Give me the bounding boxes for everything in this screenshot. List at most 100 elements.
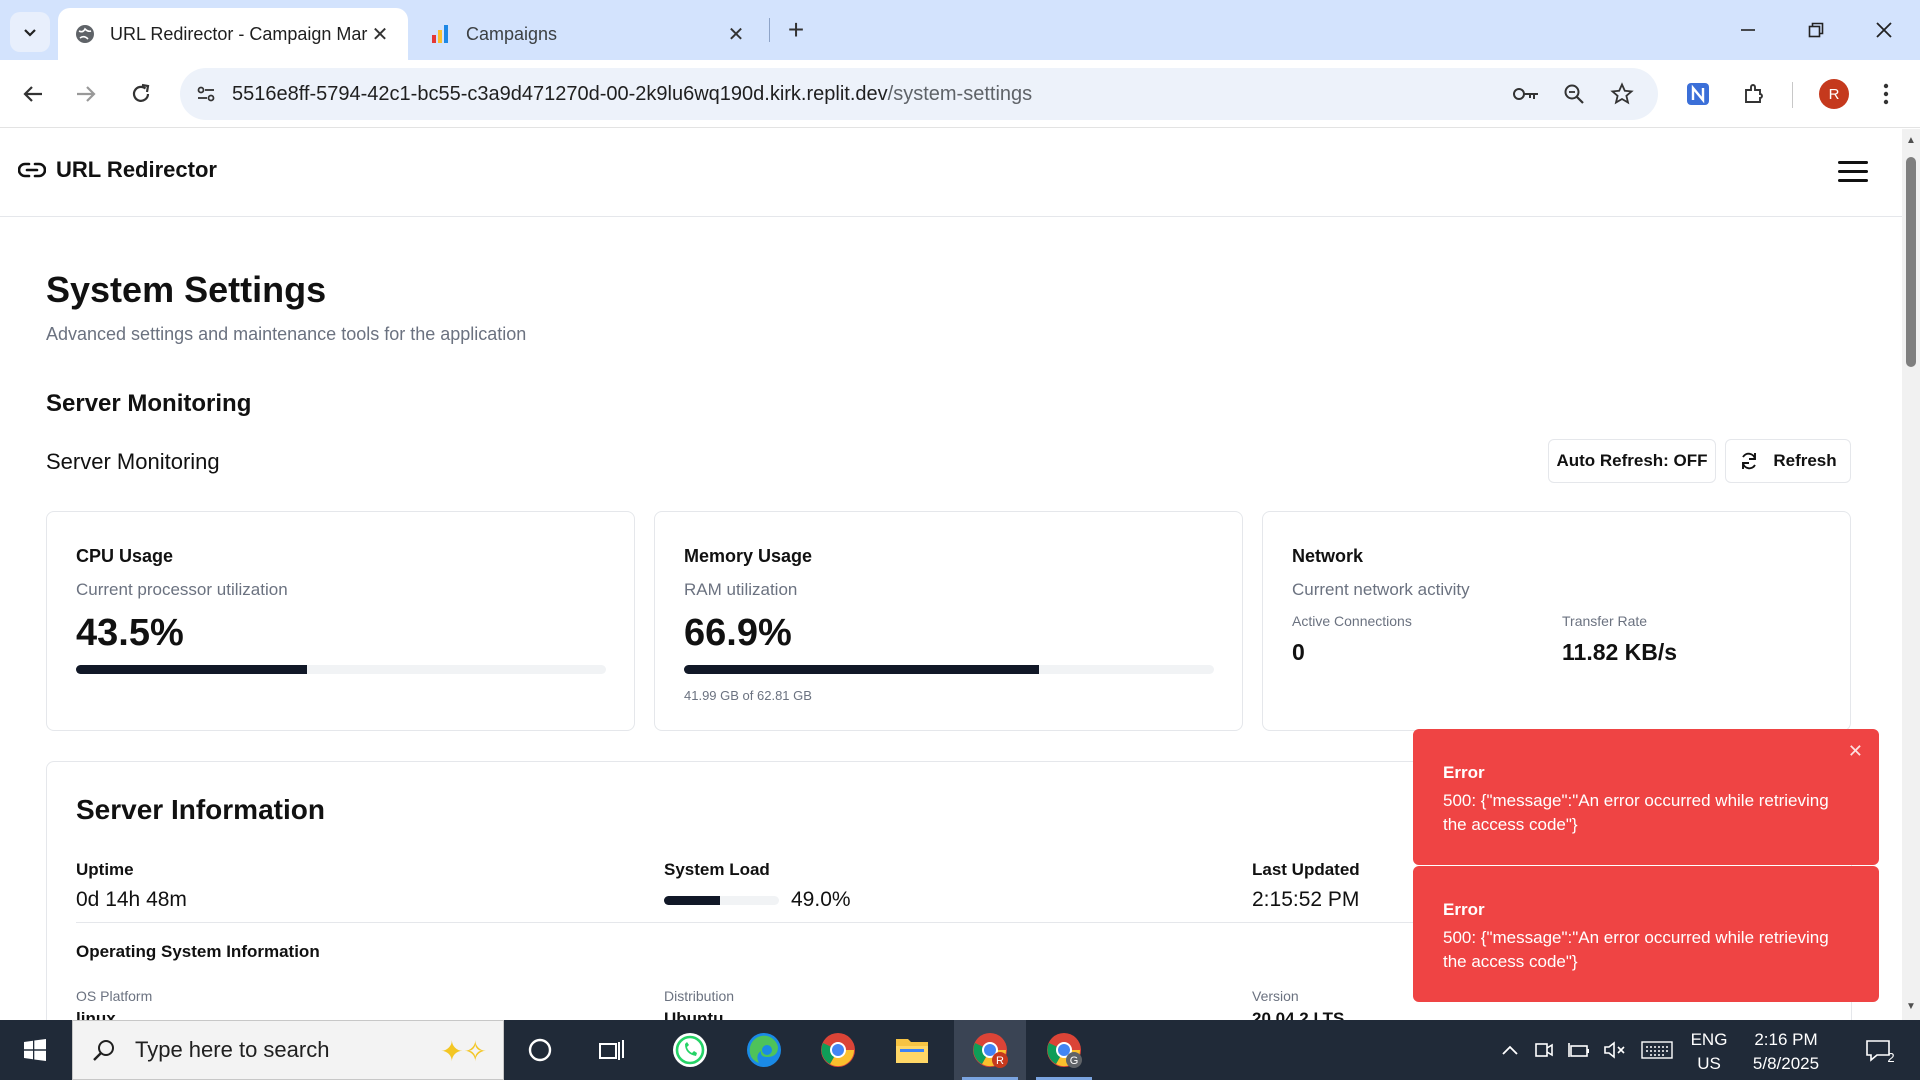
page-subtitle: Advanced settings and maintenance tools … [46,324,527,344]
chevron-down-icon [24,29,36,37]
restore-window-button[interactable] [1782,0,1850,60]
transfer-rate: Transfer Rate 11.82 KB/s [1562,613,1677,666]
active-connections: Active Connections 0 [1292,613,1412,666]
url-text[interactable]: 5516e8ff-5794-42c1-bc55-c3a9d471270d-00-… [232,83,1032,106]
minimize-window-button[interactable] [1714,0,1782,60]
address-bar[interactable]: 5516e8ff-5794-42c1-bc55-c3a9d471270d-00-… [180,68,1658,120]
zoom-icon[interactable] [1554,74,1594,114]
refresh-icon [1742,452,1757,470]
close-icon[interactable]: ✕ [1848,741,1863,762]
notification-count: 2 [1887,1049,1895,1065]
chrome-profile-r-app[interactable]: R [954,1020,1026,1080]
cpu-value: 43.5% [76,612,184,654]
brand[interactable]: URL Redirector [18,157,217,183]
scroll-down-icon[interactable]: ▼ [1905,1001,1917,1012]
site-info-icon[interactable] [180,68,232,120]
distribution-value: Ubuntu [664,1009,724,1020]
system-load-value: 49.0% [791,888,851,911]
auto-refresh-label: Auto Refresh: OFF [1556,451,1708,470]
memory-usage-card: Memory Usage RAM utilization 66.9% 41.99… [654,511,1243,731]
system-load-label: System Load [664,860,770,879]
meet-now-icon[interactable] [1528,1020,1560,1080]
cpu-usage-card: CPU Usage Current processor utilization … [46,511,635,731]
password-key-icon[interactable] [1506,74,1546,114]
input-language[interactable]: ENG US [1676,1028,1742,1076]
system-load-bar [664,895,779,905]
chrome-icon: G [1047,1033,1082,1068]
scroll-thumb[interactable] [1906,157,1916,367]
browser-menu-button[interactable] [1866,74,1906,114]
cpu-progress-fill [76,665,307,674]
clock-date: 5/8/2025 [1752,1054,1820,1073]
refresh-button[interactable]: Refresh [1725,439,1851,483]
search-icon [73,1038,135,1062]
search-placeholder: Type here to search [135,1037,330,1062]
network-card: Network Current network activity Active … [1262,511,1851,731]
profile-button[interactable]: R [1814,74,1854,114]
active-connections-label: Active Connections [1292,613,1412,629]
task-view-icon [599,1040,624,1060]
close-tab-icon[interactable]: ✕ [368,22,392,46]
tab-url-redirector[interactable]: URL Redirector - Campaign Mar ✕ [58,8,408,60]
battery-icon[interactable] [1562,1020,1596,1080]
bookmark-star-icon[interactable] [1602,74,1642,114]
url-host: 5516e8ff-5794-42c1-bc55-c3a9d471270d-00-… [232,82,888,105]
system-load-fill [664,895,721,905]
scroll-up-icon[interactable]: ▲ [1905,135,1917,146]
memory-progress-bar [684,665,1214,674]
transfer-rate-label: Transfer Rate [1562,613,1648,629]
circle-icon [528,1038,552,1062]
new-tab-button[interactable]: + [778,12,814,48]
volume-muted-icon[interactable] [1598,1020,1632,1080]
uptime: Uptime 0d 14h 48m [76,860,187,912]
start-button[interactable] [0,1020,70,1080]
cortana-button[interactable] [504,1020,576,1080]
browser-tab-strip: URL Redirector - Campaign Mar ✕ Campaign… [0,0,1920,60]
restore-icon [1808,22,1824,38]
back-button[interactable] [13,74,53,114]
uptime-label: Uptime [76,860,134,879]
notification-center-button[interactable]: 2 [1852,1020,1908,1080]
distribution-label: Distribution [664,988,735,1004]
system-clock[interactable]: 2:16 PM 5/8/2025 [1740,1028,1832,1076]
card-description: Current network activity [1292,580,1470,599]
chrome-profile-g-app[interactable]: G [1028,1020,1100,1080]
version-value: 20.04.2 LTS [1252,1009,1345,1020]
error-toast: ✕ Error 500: {"message":"An error occurr… [1413,729,1879,865]
distribution: Distribution Ubuntu [664,988,734,1020]
edge-app[interactable] [728,1020,800,1080]
tab-search-button[interactable] [10,12,50,52]
show-hidden-icons-button[interactable] [1492,1020,1528,1080]
system-load: System Load 49.0% [664,860,851,912]
folder-icon [896,1039,928,1063]
svg-text:R: R [996,1055,1004,1067]
card-description: Current processor utilization [76,580,288,599]
toolbar-separator [1792,82,1793,108]
active-connections-value: 0 [1292,639,1305,665]
extension-n-icon[interactable] [1678,74,1718,114]
forward-button[interactable] [66,74,106,114]
section-heading: Server Monitoring [46,390,252,417]
keyboard-icon[interactable] [1638,1020,1676,1080]
taskbar-search-box[interactable]: Type here to search ✦✧ [72,1020,504,1080]
tab-campaigns[interactable]: Campaigns ✕ [414,8,764,60]
arrow-left-icon [23,86,42,102]
reload-icon [132,83,150,102]
os-platform-value: linux [76,1009,116,1020]
browser-toolbar: 5516e8ff-5794-42c1-bc55-c3a9d471270d-00-… [0,60,1920,128]
last-updated: Last Updated 2:15:52 PM [1252,860,1360,912]
os-platform-label: OS Platform [76,988,153,1004]
close-window-button[interactable] [1850,0,1918,60]
card-description: RAM utilization [684,580,798,599]
whatsapp-app[interactable] [654,1020,726,1080]
kebab-menu-icon [1883,83,1889,105]
file-explorer-app[interactable] [876,1020,948,1080]
close-tab-icon[interactable]: ✕ [724,22,748,46]
chrome-app[interactable] [802,1020,874,1080]
task-view-button[interactable] [576,1020,648,1080]
reload-button[interactable] [121,74,161,114]
menu-icon[interactable] [1838,161,1868,185]
auto-refresh-button[interactable]: Auto Refresh: OFF [1548,439,1716,483]
page-scrollbar[interactable]: ▲ ▼ [1902,129,1920,1020]
extensions-puzzle-icon[interactable] [1734,74,1774,114]
